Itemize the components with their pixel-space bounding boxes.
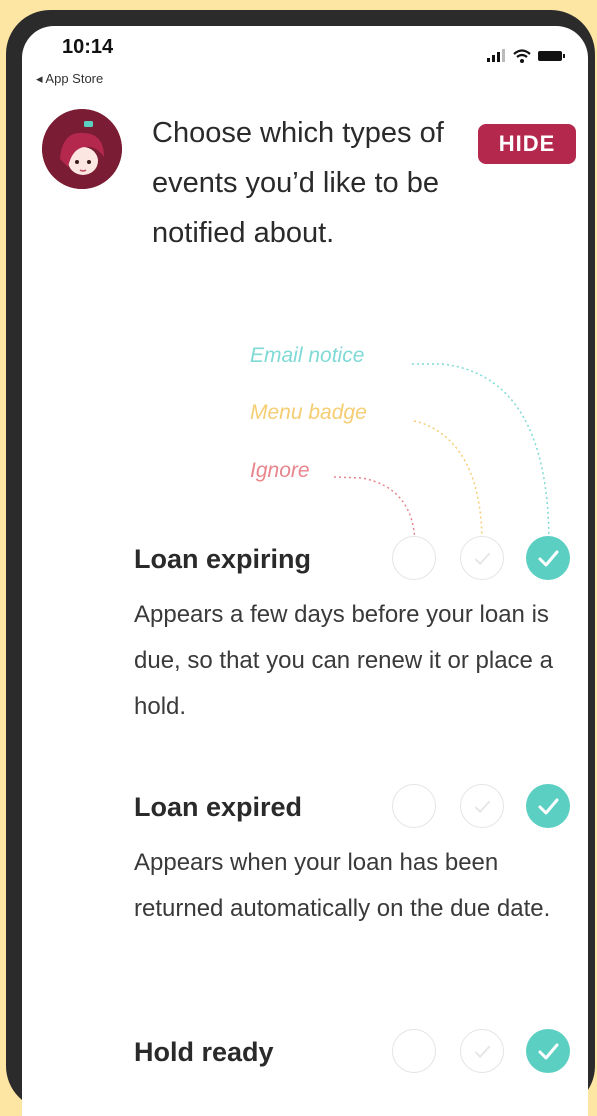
item-description: Appears a few days before your loan is d…	[134, 601, 553, 720]
legend-connector-lines	[333, 363, 550, 545]
item-description: Appears when your loan has been returned…	[134, 849, 551, 922]
ignore-toggle[interactable]	[392, 784, 436, 828]
email-notice-toggle[interactable]	[526, 784, 570, 828]
checkmark-icon	[474, 1045, 491, 1059]
email-notice-toggle[interactable]	[526, 1029, 570, 1073]
legend-menu-badge: Menu badge	[250, 401, 367, 424]
option-toggles	[392, 1025, 582, 1077]
menu-badge-toggle[interactable]	[460, 536, 504, 580]
checkmark-icon	[538, 550, 559, 567]
checkmark-icon	[474, 800, 491, 814]
checkmark-icon	[474, 552, 491, 566]
checkmark-icon	[538, 1043, 559, 1060]
item-title: Loan expiring	[134, 544, 312, 574]
legend-email-notice: Email notice	[250, 344, 365, 367]
option-toggles	[392, 532, 582, 584]
phone-frame: 10:14 ◂ App Store Choose which types of …	[6, 10, 595, 1116]
legend-ignore: Ignore	[250, 459, 310, 482]
ignore-toggle[interactable]	[392, 536, 436, 580]
item-title: Loan expired	[134, 792, 303, 822]
email-notice-toggle[interactable]	[526, 536, 570, 580]
checkmark-icon	[538, 798, 559, 815]
screen: 10:14 ◂ App Store Choose which types of …	[22, 26, 588, 1116]
option-toggles	[392, 780, 582, 832]
item-title: Hold ready	[134, 1037, 274, 1067]
menu-badge-toggle[interactable]	[460, 1029, 504, 1073]
menu-badge-toggle[interactable]	[460, 784, 504, 828]
ignore-toggle[interactable]	[392, 1029, 436, 1073]
